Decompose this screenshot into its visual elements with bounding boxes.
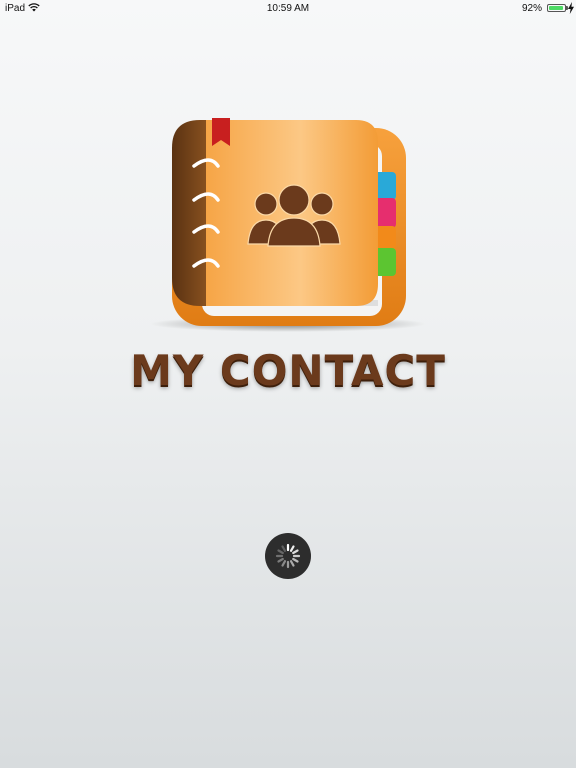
app-title: MY CONTACT [130,346,446,395]
address-book-icon [150,118,426,332]
status-bar: iPad 10:59 AM 92% [0,0,576,18]
bolt-icon [568,2,574,14]
clock: 10:59 AM [266,3,310,14]
battery-icon [547,4,566,12]
loading-spinner [265,533,311,579]
battery-level [549,6,563,10]
battery-percentage: 92% [521,3,542,14]
spinner-icon [275,543,301,569]
